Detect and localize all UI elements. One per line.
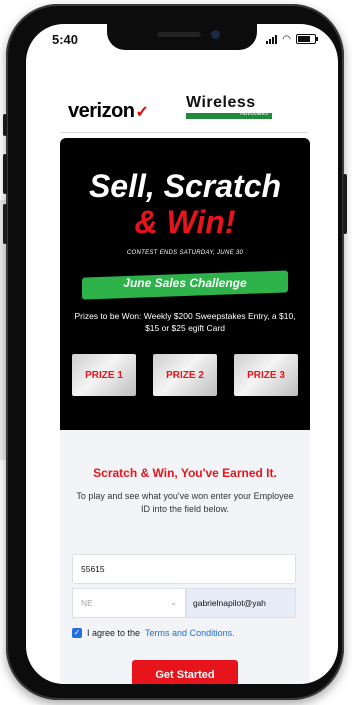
agree-text: I agree to the (87, 628, 141, 638)
verizon-logo: verizon✓ (68, 100, 149, 122)
employee-id-input[interactable]: 55615 (72, 554, 296, 584)
agree-checkbox[interactable]: ✓ (72, 628, 82, 638)
email-input[interactable]: gabrielnapilot@yah (186, 588, 296, 618)
phone-screen: 5:40 ◠ verizon✓ Wireless Advocates Sell,… (26, 24, 338, 684)
prize-label: PRIZE 2 (166, 369, 204, 381)
wifi-icon: ◠ (282, 33, 291, 45)
prize-label: PRIZE 3 (247, 369, 285, 381)
hero-banner: Sell, Scratch & Win! CONTEST ENDS SATURD… (60, 138, 310, 430)
signal-icon (266, 34, 278, 44)
front-camera (211, 30, 220, 39)
prize-label: PRIZE 1 (85, 369, 123, 381)
partner-logo-bar: Advocates (186, 111, 272, 119)
hero-title-line2: & Win! (134, 204, 236, 240)
region-select[interactable]: NE ⌄ (72, 588, 186, 618)
header-logos: verizon✓ Wireless Advocates (26, 78, 338, 122)
prize-tiles: PRIZE 1 PRIZE 2 PRIZE 3 (72, 354, 298, 396)
phone-frame: 5:40 ◠ verizon✓ Wireless Advocates Sell,… (3, 4, 347, 700)
form-instructions: To play and see what you've won enter yo… (76, 491, 294, 514)
speaker-grille (157, 32, 201, 37)
wireless-advocates-logo: Wireless Advocates (186, 94, 276, 119)
partner-logo-title: Wireless (186, 94, 256, 111)
terms-link[interactable]: Terms and Conditions. (145, 628, 235, 638)
region-value: NE (81, 598, 93, 608)
power-button (343, 174, 347, 234)
status-time: 5:40 (52, 32, 79, 47)
chevron-down-icon: ⌄ (170, 598, 177, 607)
promo-card: Sell, Scratch & Win! CONTEST ENDS SATURD… (60, 138, 310, 684)
challenge-banner-text: June Sales Challenge (123, 276, 247, 290)
prize-tile-1[interactable]: PRIZE 1 (72, 354, 136, 396)
terms-agreement: ✓ I agree to the Terms and Conditions. (72, 628, 302, 638)
prize-tile-2[interactable]: PRIZE 2 (153, 354, 217, 396)
get-started-button[interactable]: Get Started (132, 660, 238, 684)
volume-up-button (3, 154, 7, 194)
mute-switch (3, 114, 7, 136)
header-divider (60, 132, 308, 133)
verizon-check-icon: ✓ (135, 104, 149, 121)
battery-icon (296, 34, 318, 44)
notch (107, 24, 257, 50)
prize-tile-3[interactable]: PRIZE 3 (234, 354, 298, 396)
contest-notice: CONTEST ENDS SATURDAY, JUNE 30 (126, 250, 244, 256)
status-icons: ◠ (266, 33, 318, 45)
volume-down-button (3, 204, 7, 244)
hero-title-line1: Sell, Scratch (88, 168, 282, 204)
form-heading: Scratch & Win, You've Earned It. (93, 466, 277, 480)
region-email-row: NE ⌄ gabrielnapilot@yah (72, 588, 296, 618)
prizes-description: Prizes to be Won: Weekly $200 Sweepstake… (74, 311, 296, 333)
partner-logo-subtitle: Advocates (239, 111, 268, 117)
